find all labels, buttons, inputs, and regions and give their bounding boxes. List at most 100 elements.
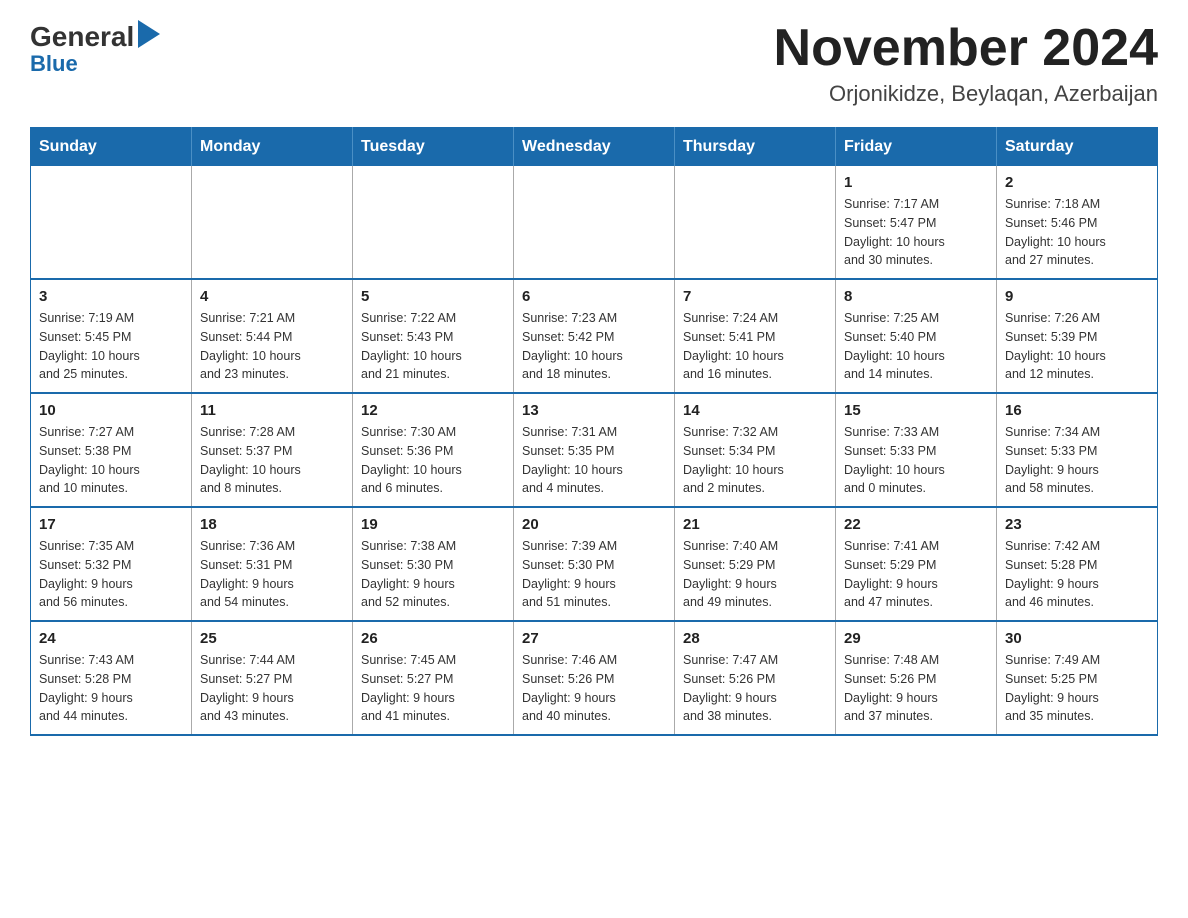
calendar-cell xyxy=(514,166,675,279)
day-number: 28 xyxy=(683,630,827,647)
day-info: Sunrise: 7:35 AM Sunset: 5:32 PM Dayligh… xyxy=(39,537,183,612)
day-number: 27 xyxy=(522,630,666,647)
calendar-cell: 11Sunrise: 7:28 AM Sunset: 5:37 PM Dayli… xyxy=(192,393,353,507)
day-info: Sunrise: 7:38 AM Sunset: 5:30 PM Dayligh… xyxy=(361,537,505,612)
calendar-cell: 14 Sunrise: 7:32 AM Sunset: 5:34 PM Dayli… xyxy=(675,393,836,507)
day-number: 16 xyxy=(1005,402,1149,419)
day-number: 20 xyxy=(522,516,666,533)
day-info: Sunrise: 7:23 AM Sunset: 5:42 PM Dayligh… xyxy=(522,309,666,384)
day-info: Sunrise: 7:17 AM Sunset: 5:47 PM Dayligh… xyxy=(844,195,988,270)
day-info: Sunrise: 7:45 AM Sunset: 5:27 PM Dayligh… xyxy=(361,651,505,726)
day-info: Sunrise: 7:31 AM Sunset: 5:35 PM Dayligh… xyxy=(522,423,666,498)
day-number: 30 xyxy=(1005,630,1149,647)
day-info: Sunrise: 7:44 AM Sunset: 5:27 PM Dayligh… xyxy=(200,651,344,726)
calendar-cell: 21 Sunrise: 7:40 AM Sunset: 5:29 PM Dayli… xyxy=(675,507,836,621)
calendar-header: SundayMondayTuesdayWednesdayThursdayFrid… xyxy=(31,128,1158,167)
calendar-cell: 1 Sunrise: 7:17 AM Sunset: 5:47 PM Daylig… xyxy=(836,166,997,279)
page-header: General Blue November 2024 Orjonikidze, … xyxy=(30,20,1158,107)
calendar-cell: 9 Sunrise: 7:26 AM Sunset: 5:39 PM Daylig… xyxy=(997,279,1158,393)
day-info: Sunrise: 7:18 AM Sunset: 5:46 PM Dayligh… xyxy=(1005,195,1149,270)
day-number: 25 xyxy=(200,630,344,647)
day-info: Sunrise: 7:42 AM Sunset: 5:28 PM Dayligh… xyxy=(1005,537,1149,612)
calendar-cell: 12 Sunrise: 7:30 AM Sunset: 5:36 PM Dayli… xyxy=(353,393,514,507)
calendar-week-row: 1 Sunrise: 7:17 AM Sunset: 5:47 PM Daylig… xyxy=(31,166,1158,279)
day-info: Sunrise: 7:34 AM Sunset: 5:33 PM Dayligh… xyxy=(1005,423,1149,498)
weekday-header-sunday: Sunday xyxy=(31,128,192,167)
calendar-cell: 29 Sunrise: 7:48 AM Sunset: 5:26 PM Dayli… xyxy=(836,621,997,735)
day-number: 3 xyxy=(39,288,183,305)
day-info: Sunrise: 7:49 AM Sunset: 5:25 PM Dayligh… xyxy=(1005,651,1149,726)
month-title: November 2024 xyxy=(774,20,1158,77)
day-number: 17 xyxy=(39,516,183,533)
location-text: Orjonikidze, Beylaqan, Azerbaijan xyxy=(774,81,1158,107)
weekday-header-monday: Monday xyxy=(192,128,353,167)
day-number: 22 xyxy=(844,516,988,533)
calendar-cell xyxy=(675,166,836,279)
calendar-cell: 25 Sunrise: 7:44 AM Sunset: 5:27 PM Dayli… xyxy=(192,621,353,735)
calendar-cell: 2 Sunrise: 7:18 AM Sunset: 5:46 PM Daylig… xyxy=(997,166,1158,279)
calendar-cell: 5 Sunrise: 7:22 AM Sunset: 5:43 PM Daylig… xyxy=(353,279,514,393)
day-number: 15 xyxy=(844,402,988,419)
calendar-cell xyxy=(192,166,353,279)
logo-blue-text: Blue xyxy=(30,53,78,75)
day-number: 11 xyxy=(200,402,344,419)
calendar-cell: 18Sunrise: 7:36 AM Sunset: 5:31 PM Dayli… xyxy=(192,507,353,621)
calendar-week-row: 24 Sunrise: 7:43 AM Sunset: 5:28 PM Dayli… xyxy=(31,621,1158,735)
logo-general-text: General xyxy=(30,20,160,53)
calendar-cell: 26 Sunrise: 7:45 AM Sunset: 5:27 PM Dayli… xyxy=(353,621,514,735)
day-info: Sunrise: 7:43 AM Sunset: 5:28 PM Dayligh… xyxy=(39,651,183,726)
day-number: 10 xyxy=(39,402,183,419)
day-info: Sunrise: 7:30 AM Sunset: 5:36 PM Dayligh… xyxy=(361,423,505,498)
calendar-cell xyxy=(353,166,514,279)
calendar-cell: 23 Sunrise: 7:42 AM Sunset: 5:28 PM Dayli… xyxy=(997,507,1158,621)
day-info: Sunrise: 7:25 AM Sunset: 5:40 PM Dayligh… xyxy=(844,309,988,384)
calendar-cell: 30 Sunrise: 7:49 AM Sunset: 5:25 PM Dayli… xyxy=(997,621,1158,735)
day-number: 24 xyxy=(39,630,183,647)
day-info: Sunrise: 7:36 AM Sunset: 5:31 PM Dayligh… xyxy=(200,537,344,612)
calendar-cell: 3 Sunrise: 7:19 AM Sunset: 5:45 PM Daylig… xyxy=(31,279,192,393)
calendar-cell: 17 Sunrise: 7:35 AM Sunset: 5:32 PM Dayli… xyxy=(31,507,192,621)
day-number: 23 xyxy=(1005,516,1149,533)
day-number: 1 xyxy=(844,174,988,191)
day-info: Sunrise: 7:22 AM Sunset: 5:43 PM Dayligh… xyxy=(361,309,505,384)
day-info: Sunrise: 7:47 AM Sunset: 5:26 PM Dayligh… xyxy=(683,651,827,726)
day-info: Sunrise: 7:46 AM Sunset: 5:26 PM Dayligh… xyxy=(522,651,666,726)
day-info: Sunrise: 7:40 AM Sunset: 5:29 PM Dayligh… xyxy=(683,537,827,612)
day-number: 12 xyxy=(361,402,505,419)
calendar-cell xyxy=(31,166,192,279)
day-number: 5 xyxy=(361,288,505,305)
calendar-cell: 27 Sunrise: 7:46 AM Sunset: 5:26 PM Dayli… xyxy=(514,621,675,735)
calendar-cell: 6 Sunrise: 7:23 AM Sunset: 5:42 PM Daylig… xyxy=(514,279,675,393)
day-number: 6 xyxy=(522,288,666,305)
day-info: Sunrise: 7:19 AM Sunset: 5:45 PM Dayligh… xyxy=(39,309,183,384)
day-number: 21 xyxy=(683,516,827,533)
calendar-cell: 4Sunrise: 7:21 AM Sunset: 5:44 PM Daylig… xyxy=(192,279,353,393)
title-area: November 2024 Orjonikidze, Beylaqan, Aze… xyxy=(774,20,1158,107)
calendar-body: 1 Sunrise: 7:17 AM Sunset: 5:47 PM Daylig… xyxy=(31,166,1158,735)
day-number: 26 xyxy=(361,630,505,647)
day-info: Sunrise: 7:26 AM Sunset: 5:39 PM Dayligh… xyxy=(1005,309,1149,384)
day-info: Sunrise: 7:27 AM Sunset: 5:38 PM Dayligh… xyxy=(39,423,183,498)
day-number: 19 xyxy=(361,516,505,533)
weekday-header-saturday: Saturday xyxy=(997,128,1158,167)
calendar-cell: 15Sunrise: 7:33 AM Sunset: 5:33 PM Dayli… xyxy=(836,393,997,507)
calendar-cell: 13Sunrise: 7:31 AM Sunset: 5:35 PM Dayli… xyxy=(514,393,675,507)
calendar-week-row: 17 Sunrise: 7:35 AM Sunset: 5:32 PM Dayli… xyxy=(31,507,1158,621)
day-info: Sunrise: 7:32 AM Sunset: 5:34 PM Dayligh… xyxy=(683,423,827,498)
day-info: Sunrise: 7:41 AM Sunset: 5:29 PM Dayligh… xyxy=(844,537,988,612)
day-number: 29 xyxy=(844,630,988,647)
calendar-cell: 28 Sunrise: 7:47 AM Sunset: 5:26 PM Dayli… xyxy=(675,621,836,735)
calendar-cell: 10 Sunrise: 7:27 AM Sunset: 5:38 PM Dayli… xyxy=(31,393,192,507)
day-number: 14 xyxy=(683,402,827,419)
weekday-header-wednesday: Wednesday xyxy=(514,128,675,167)
calendar-cell: 20Sunrise: 7:39 AM Sunset: 5:30 PM Dayli… xyxy=(514,507,675,621)
day-number: 2 xyxy=(1005,174,1149,191)
day-number: 8 xyxy=(844,288,988,305)
day-number: 7 xyxy=(683,288,827,305)
calendar-cell: 24 Sunrise: 7:43 AM Sunset: 5:28 PM Dayli… xyxy=(31,621,192,735)
day-info: Sunrise: 7:48 AM Sunset: 5:26 PM Dayligh… xyxy=(844,651,988,726)
day-number: 9 xyxy=(1005,288,1149,305)
calendar-cell: 7Sunrise: 7:24 AM Sunset: 5:41 PM Daylig… xyxy=(675,279,836,393)
day-info: Sunrise: 7:21 AM Sunset: 5:44 PM Dayligh… xyxy=(200,309,344,384)
weekday-header-thursday: Thursday xyxy=(675,128,836,167)
